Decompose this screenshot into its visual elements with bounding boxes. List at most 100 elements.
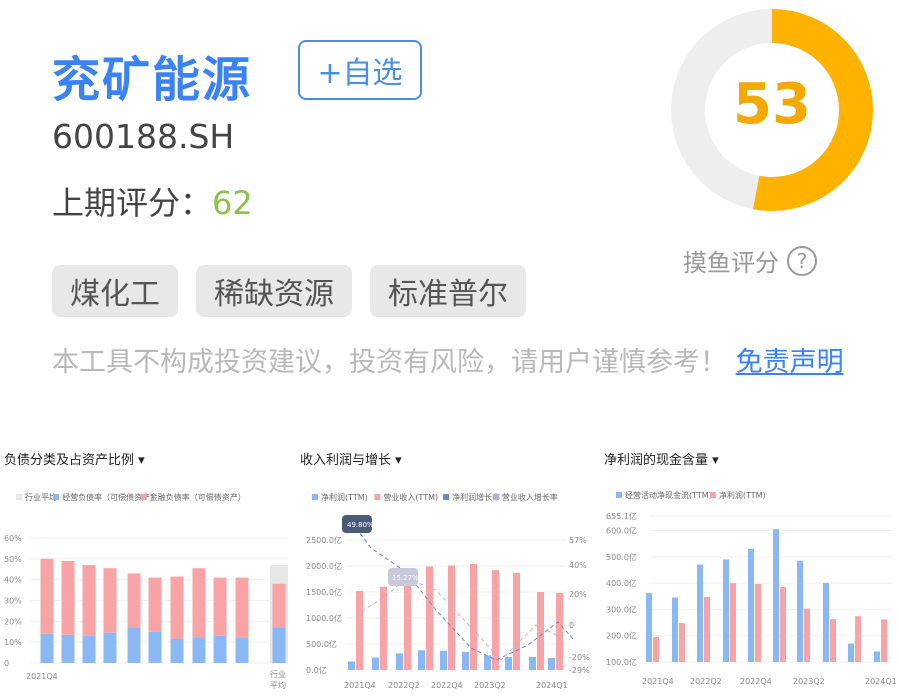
- bar-revenue: [448, 565, 455, 670]
- bar-net-profit: [830, 619, 836, 662]
- bar-net-profit: [462, 651, 469, 670]
- bar-operating-debt: [40, 633, 54, 663]
- chart-title-revenue[interactable]: 收入利润与增长 ▾: [300, 449, 402, 468]
- bar-net-profit: [348, 661, 355, 670]
- bar-net-profit: [755, 583, 761, 662]
- chart-panel-cash: 经营活动净现金流(TTM) 净利润(TTM) 655.1亿 600.0亿 500.0亿 4…: [600, 440, 899, 696]
- bar-net-profit: [704, 597, 710, 662]
- bar-revenue: [513, 572, 520, 670]
- tooltip-text: 49.80%: [347, 521, 374, 529]
- legend-label: 营业收入(TTM): [383, 492, 438, 502]
- bar-operating-cash: [823, 583, 829, 662]
- y-tick-label: 100.0亿: [606, 657, 637, 667]
- score-label: 摸鱼评分 ?: [683, 243, 817, 278]
- bar-financial-debt: [235, 577, 249, 638]
- x-tick-label: 2022Q4: [740, 677, 772, 686]
- bar-net-profit: [780, 587, 786, 662]
- legend-label: 金融负债率（可偿债资产）: [150, 492, 246, 502]
- last-score-label: 上期评分：: [52, 184, 213, 222]
- x-tick-label: 2021Q4: [642, 677, 674, 686]
- bar-financial-debt: [213, 577, 227, 636]
- y-tick-label: 50%: [4, 555, 22, 564]
- bar-financial-debt: [82, 565, 96, 636]
- disclaimer-link[interactable]: 免责声明: [736, 347, 844, 378]
- stock-score-card: 兖矿能源 +自选 600188.SH 上期评分：62 煤化工 稀缺资源 标准普尔…: [18, 0, 896, 440]
- y-tick-label: 1000.0亿: [306, 613, 342, 623]
- bar-financial-debt: [148, 577, 162, 632]
- bar-net-profit: [484, 655, 491, 670]
- y-tick-label-right: -29%: [569, 666, 590, 675]
- bar-operating-debt: [127, 627, 141, 663]
- tag-list: 煤化工 稀缺资源 标准普尔: [52, 265, 526, 317]
- bar-net-profit: [730, 583, 736, 662]
- bar-operating-debt: [61, 634, 75, 663]
- legend-label: 净利润(TTM): [719, 490, 766, 500]
- chart-panel-debt: 行业平均 经营负债率（可偿债资产） 金融负债率（可偿债资产） 60% 50% 40% 30%…: [0, 440, 294, 696]
- legend-swatch: [616, 492, 622, 498]
- add-watchlist-button[interactable]: +自选: [298, 40, 422, 100]
- bar-operating-debt: [235, 638, 249, 663]
- bar-financial-debt: [127, 573, 141, 628]
- bar-net-profit: [440, 650, 447, 670]
- tooltip-text: 15.27%: [392, 574, 419, 582]
- y-tick-label: 200.0亿: [606, 631, 637, 641]
- bar-operating-cash: [697, 564, 703, 662]
- y-tick-label: 300.0亿: [606, 604, 637, 614]
- bar-net-profit: [418, 650, 425, 670]
- bar-revenue: [556, 593, 563, 670]
- bar-operating-debt: [213, 635, 227, 663]
- y-tick-label: 655.1亿: [606, 511, 637, 521]
- chart-title-cash[interactable]: 净利润的现金含量 ▾: [604, 449, 719, 468]
- y-tick-label: 40%: [4, 576, 22, 585]
- bar-operating-debt: [170, 639, 184, 663]
- debt-ratio-chart: 行业平均 经营负债率（可偿债资产）金融负债率（可偿债资产）60%50%40%30%…: [4, 492, 288, 690]
- x-tick-label: 2021Q4: [26, 672, 58, 681]
- y-tick-label-right: 57%: [569, 536, 587, 545]
- bar-operating-cash: [773, 529, 779, 662]
- x-tick-label: 2023Q2: [474, 681, 506, 690]
- bar-operating-debt: [192, 638, 206, 663]
- legend-swatch: [443, 494, 450, 500]
- disclaimer-text: 本工具不构成投资建议，投资有风险，请用户谨慎参考！: [52, 347, 727, 378]
- legend-swatch: [53, 494, 60, 500]
- x-tick-label: 2024Q1: [865, 677, 897, 686]
- bar-financial-debt: [192, 568, 206, 638]
- bar-revenue: [492, 570, 499, 670]
- x-tick-label: 2023Q2: [793, 677, 825, 686]
- x-tick-label: 2021Q4: [344, 681, 376, 690]
- bar-revenue: [356, 590, 363, 670]
- help-icon[interactable]: ?: [787, 245, 817, 276]
- bar-operating-cash: [672, 597, 678, 662]
- y-tick-label: 10%: [4, 638, 22, 647]
- chart-panel-revenue: 净利润(TTM) 营业收入(TTM) 净利润增长率 营业收入增长率 2500.0亿 200…: [296, 440, 596, 696]
- tag[interactable]: 煤化工: [52, 265, 178, 317]
- line-revenue-growth: [355, 577, 567, 661]
- bar-net-profit: [505, 657, 512, 670]
- legend-swatch: [140, 494, 147, 500]
- bar-financial-debt: [170, 576, 184, 640]
- tag[interactable]: 标准普尔: [370, 265, 526, 317]
- legend-swatch: [16, 494, 22, 500]
- bar-operating-debt: [103, 632, 117, 663]
- bar-operating-cash: [646, 593, 652, 662]
- score-value: 53: [733, 72, 811, 137]
- legend-label: 营业收入增长率: [502, 492, 558, 502]
- tag[interactable]: 稀缺资源: [196, 265, 352, 317]
- x-tick-label: 平均: [270, 680, 286, 690]
- revenue-profit-chart: 净利润(TTM) 营业收入(TTM) 净利润增长率 营业收入增长率2500.0亿200…: [306, 492, 590, 690]
- legend-label: 行业平均: [25, 492, 57, 502]
- bar-operating-cash: [848, 643, 854, 662]
- last-score: 上期评分：62: [52, 178, 253, 224]
- legend-label: 净利润(TTM): [321, 492, 368, 502]
- legend-swatch: [374, 494, 381, 500]
- bar-financial-debt: [103, 568, 117, 633]
- chart-title-debt[interactable]: 负债分类及占资产比例 ▾: [4, 449, 145, 468]
- bar-net-profit: [372, 657, 379, 670]
- legend-swatch: [312, 494, 318, 500]
- stock-name: 兖矿能源: [52, 52, 253, 108]
- score-label-text: 摸鱼评分: [683, 249, 779, 277]
- y-tick-label: 600.0亿: [606, 525, 637, 535]
- y-tick-label: 1500.0亿: [306, 587, 342, 597]
- y-tick-label: 60%: [4, 534, 22, 543]
- bar-revenue: [426, 566, 433, 670]
